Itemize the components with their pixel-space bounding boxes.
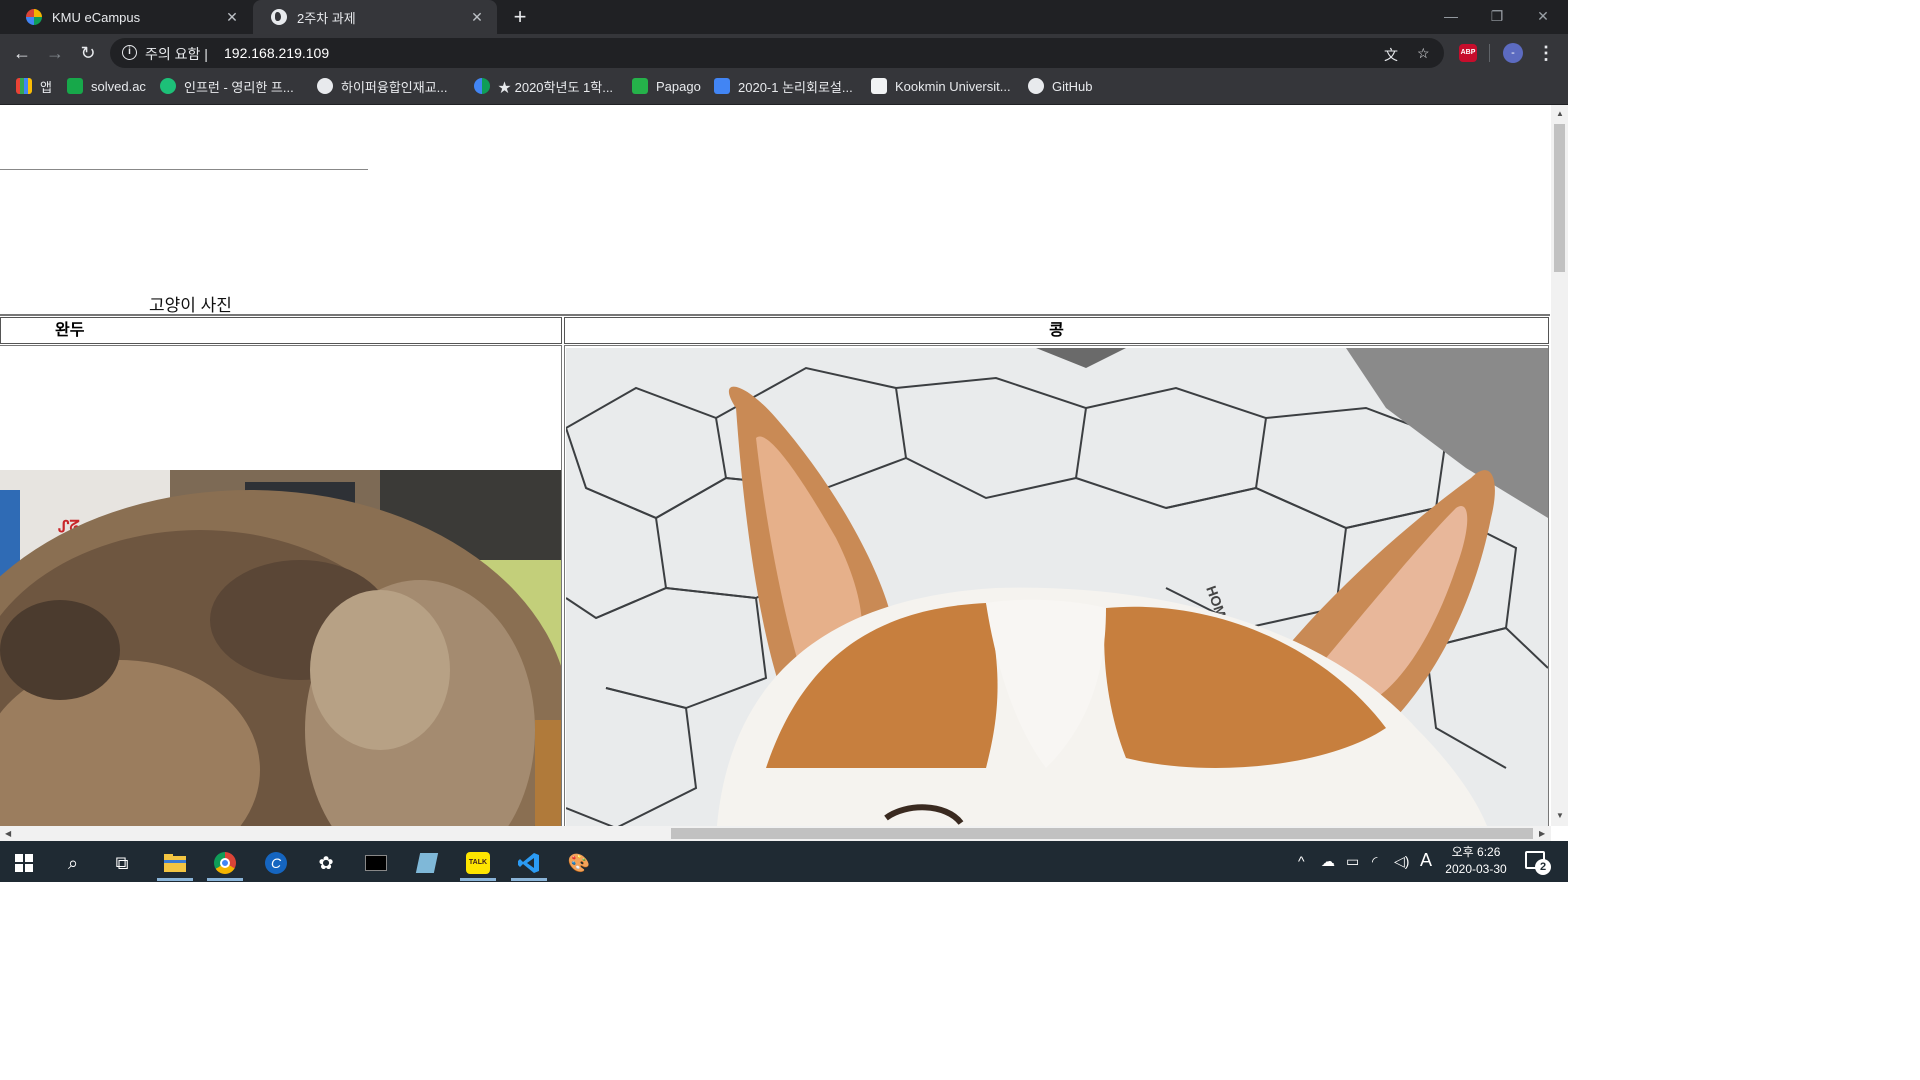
horizontal-scroll-thumb[interactable]	[671, 828, 1533, 839]
tab-kmu-ecampus[interactable]: KMU eCampus ✕	[8, 0, 252, 34]
scroll-up-icon[interactable]: ▲	[1556, 109, 1564, 118]
close-window-button[interactable]: ✕	[1520, 4, 1566, 28]
cat-photo-wandu: ᔑᘔ	[0, 470, 561, 826]
security-warning-label[interactable]: 주의 요함 |	[145, 44, 208, 64]
bookmark-label: ★ 2020학년도 1학...	[498, 79, 614, 95]
clock-time: 오후 6:26	[1451, 845, 1501, 859]
tab-label: 2주차 과제	[297, 10, 356, 26]
url-text[interactable]: 192.168.219.109	[224, 45, 329, 61]
tab-strip: KMU eCampus ✕ 2주차 과제 ✕ + — ❐ ✕	[0, 0, 1568, 34]
notification-count-badge: 2	[1535, 859, 1551, 875]
horizontal-rule	[0, 169, 368, 170]
bookmark-label: 인프런 - 영리한 프...	[184, 79, 294, 95]
bookmark-solved-ac[interactable]: solved.ac	[67, 72, 146, 100]
toolbar-divider	[1489, 44, 1490, 62]
bookmark-hyperfusion[interactable]: 하이퍼융합인재교...	[317, 72, 448, 100]
terminal-icon[interactable]	[356, 845, 396, 881]
bookmark-label: 하이퍼융합인재교...	[341, 79, 448, 95]
translate-icon[interactable]: 文	[1384, 45, 1398, 65]
clock-date: 2020-03-30	[1445, 862, 1507, 876]
start-windows-icon[interactable]	[4, 845, 44, 881]
kmu-icon	[474, 78, 490, 94]
inflearn-icon	[160, 78, 176, 94]
scroll-right-icon[interactable]: ▶	[1539, 829, 1545, 838]
wifi-icon[interactable]: ◜	[1372, 853, 1377, 870]
bookmark-logic-circuit[interactable]: 2020-1 논리회로설...	[714, 72, 853, 100]
file-explorer-icon[interactable]	[155, 845, 195, 881]
reload-button[interactable]: ↻	[76, 41, 100, 65]
ecampus-favicon-icon	[26, 9, 42, 25]
close-tab-icon[interactable]: ✕	[469, 9, 485, 25]
search-icon[interactable]: ⌕	[53, 845, 93, 881]
input-method-indicator[interactable]: A	[1420, 850, 1432, 871]
ccleaner-icon[interactable]: C	[256, 845, 296, 881]
browser-toolbar: ← → ↻ i 주의 요함 | 192.168.219.109 文 ☆ ABP …	[0, 34, 1568, 72]
bookmark-star-icon[interactable]: ☆	[1417, 45, 1430, 62]
bookmark-label: solved.ac	[91, 78, 146, 94]
close-tab-icon[interactable]: ✕	[224, 9, 240, 25]
bookmark-label: 2020-1 논리회로설...	[738, 79, 853, 95]
bookmark-github[interactable]: GitHub	[1028, 72, 1092, 100]
vertical-scrollbar[interactable]: ▲ ▼	[1551, 105, 1568, 826]
kookmin-icon	[871, 78, 887, 94]
bookmark-label: Kookmin Universit...	[895, 78, 1011, 94]
cat-photo-cell-kong: HOMEDERS	[564, 345, 1549, 826]
bookmark-label: GitHub	[1052, 78, 1093, 94]
task-view-icon[interactable]: ⧉	[102, 845, 142, 881]
bookmark-label: Papago	[656, 78, 701, 94]
github-icon	[1028, 78, 1044, 94]
tab-label: KMU eCampus	[52, 9, 141, 25]
tab-assignment[interactable]: 2주차 과제 ✕	[253, 0, 497, 34]
bookmark-inflearn[interactable]: 인프런 - 영리한 프...	[160, 72, 294, 100]
papago-icon	[632, 78, 648, 94]
scroll-left-icon[interactable]: ◀	[5, 829, 11, 838]
solved-ac-icon	[67, 78, 83, 94]
paint-icon[interactable]: 🎨	[559, 845, 599, 881]
restore-button[interactable]: ❐	[1474, 4, 1520, 28]
volume-icon[interactable]: ◁)	[1394, 853, 1409, 870]
chrome-icon[interactable]	[205, 845, 245, 881]
windows-taskbar: ⌕ ⧉ C ✿ TALK 🎨 ^ ☁ ▭ ◜ ◁) A 오후 6:26 2020…	[0, 841, 1568, 882]
column-header-kong: 콩	[564, 317, 1549, 344]
scroll-down-icon[interactable]: ▼	[1556, 811, 1564, 820]
bookmarks-bar: 앱 solved.ac 인프런 - 영리한 프... 하이퍼융합인재교... ★…	[0, 72, 1568, 105]
globe-icon	[271, 9, 287, 25]
battery-icon[interactable]: ▭	[1346, 853, 1359, 870]
vertical-scroll-thumb[interactable]	[1554, 124, 1565, 272]
bookmark-apps[interactable]: 앱	[16, 72, 52, 100]
docs-icon	[714, 78, 730, 94]
paint-3d-icon[interactable]: ✿	[306, 845, 346, 881]
apps-grid-icon	[16, 78, 32, 94]
profile-avatar[interactable]: -	[1503, 43, 1523, 63]
notes-app-icon[interactable]	[407, 845, 447, 881]
page-content: 고양이 사진 완두 콩 ᔑᘔ	[0, 105, 1551, 826]
info-icon[interactable]: i	[122, 45, 137, 60]
table-top-border	[0, 314, 1550, 316]
bookmark-kmu-semester[interactable]: ★ 2020학년도 1학...	[474, 72, 613, 100]
address-bar[interactable]: i 주의 요함 | 192.168.219.109 文 ☆	[110, 38, 1444, 68]
show-hidden-icons-icon[interactable]: ^	[1298, 853, 1305, 869]
bookmark-papago[interactable]: Papago	[632, 72, 701, 100]
vscode-icon[interactable]	[509, 845, 549, 881]
cat-photo-cell-wandu: ᔑᘔ	[0, 345, 562, 826]
minimize-button[interactable]: —	[1428, 4, 1474, 28]
new-tab-button[interactable]: +	[508, 5, 532, 29]
kakaotalk-icon[interactable]: TALK	[458, 845, 498, 881]
bookmark-label: 앱	[40, 79, 52, 95]
chrome-menu-icon[interactable]: ⋮	[1536, 41, 1556, 65]
onedrive-cloud-icon[interactable]: ☁	[1321, 853, 1335, 870]
forward-button[interactable]: →	[43, 41, 67, 65]
action-center-icon[interactable]: 2	[1525, 851, 1551, 875]
adblock-plus-icon[interactable]: ABP	[1459, 44, 1477, 62]
bookmark-kookmin[interactable]: Kookmin Universit...	[871, 72, 1011, 100]
back-button[interactable]: ←	[10, 41, 34, 65]
globe-icon	[317, 78, 333, 94]
system-clock[interactable]: 오후 6:26 2020-03-30	[1440, 844, 1512, 878]
horizontal-scrollbar[interactable]: ◀ ▶	[0, 826, 1551, 841]
cat-photo-kong: HOMEDERS	[566, 348, 1548, 826]
column-header-wandu: 완두	[0, 317, 562, 344]
table-caption: 고양이 사진	[149, 296, 232, 315]
